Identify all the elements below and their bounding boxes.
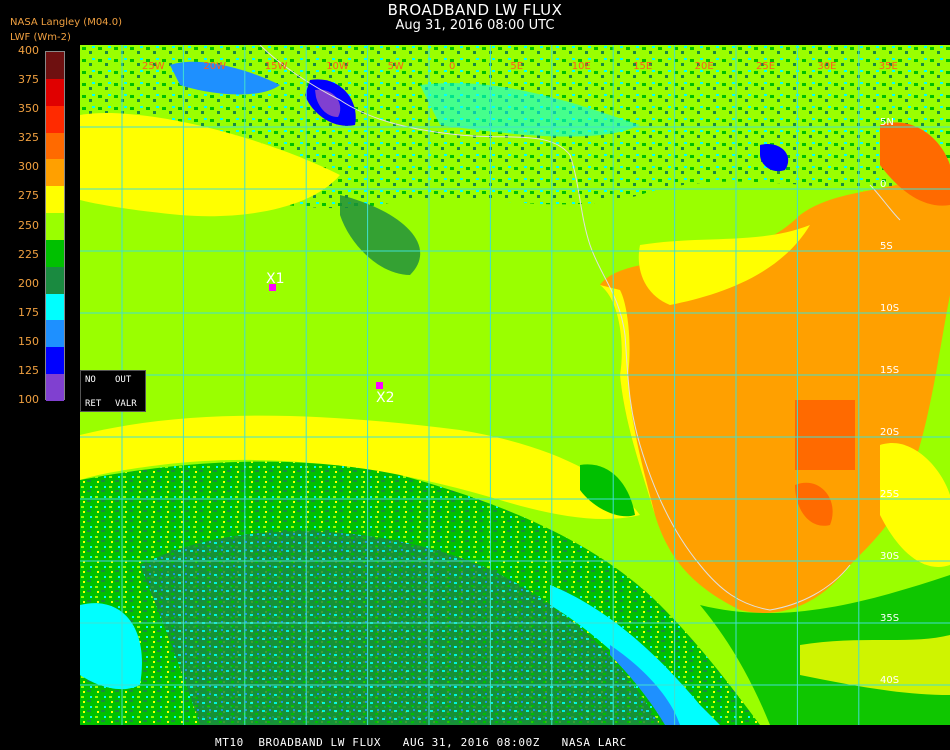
- legend-tick: 150: [18, 334, 39, 348]
- legend-tick: 300: [18, 160, 39, 174]
- legend-swatch: [46, 374, 64, 401]
- legend-swatch: [46, 186, 64, 214]
- control-panel: NO OUT RET VALR: [80, 370, 146, 412]
- legend-swatch: [46, 52, 64, 79]
- legend-swatch: [46, 320, 64, 348]
- legend-tick: 200: [18, 276, 39, 290]
- color-scale-legend: [45, 51, 65, 401]
- legend-swatch: [46, 347, 64, 375]
- flux-map[interactable]: [80, 45, 950, 725]
- data-source: NASA Langley (M04.0): [10, 17, 122, 28]
- legend-tick: 100: [18, 393, 39, 406]
- legend-tick: 275: [18, 189, 39, 203]
- legend-tick: 375: [18, 73, 39, 87]
- legend-swatch: [46, 105, 64, 133]
- legend-tick: 350: [18, 102, 39, 116]
- legend-tick: 400: [18, 44, 39, 57]
- legend-tick: 250: [18, 218, 39, 232]
- legend-tick: 225: [18, 247, 39, 261]
- legend-tick: 125: [18, 363, 39, 377]
- legend-tick: 325: [18, 131, 39, 145]
- page-title: BROADBAND LW FLUX: [387, 1, 563, 19]
- ret-button[interactable]: RET: [85, 399, 101, 409]
- footer-caption: MT10 BROADBAND LW FLUX AUG 31, 2016 08:0…: [215, 736, 627, 749]
- legend-swatch: [46, 132, 64, 160]
- legend-swatch: [46, 159, 64, 187]
- out-button[interactable]: OUT: [115, 375, 131, 385]
- hot-core-kalahari: [795, 400, 855, 470]
- legend-swatch: [46, 78, 64, 106]
- no-button[interactable]: NO: [85, 375, 96, 385]
- legend-swatch: [46, 239, 64, 267]
- timestamp: Aug 31, 2016 08:00 UTC: [395, 18, 555, 33]
- legend-swatch: [46, 293, 64, 321]
- legend-swatch: [46, 266, 64, 294]
- legend-tick: 175: [18, 305, 39, 319]
- legend-swatch: [46, 213, 64, 240]
- units-label: LWF (Wm-2): [10, 32, 71, 43]
- valr-button[interactable]: VALR: [115, 399, 137, 409]
